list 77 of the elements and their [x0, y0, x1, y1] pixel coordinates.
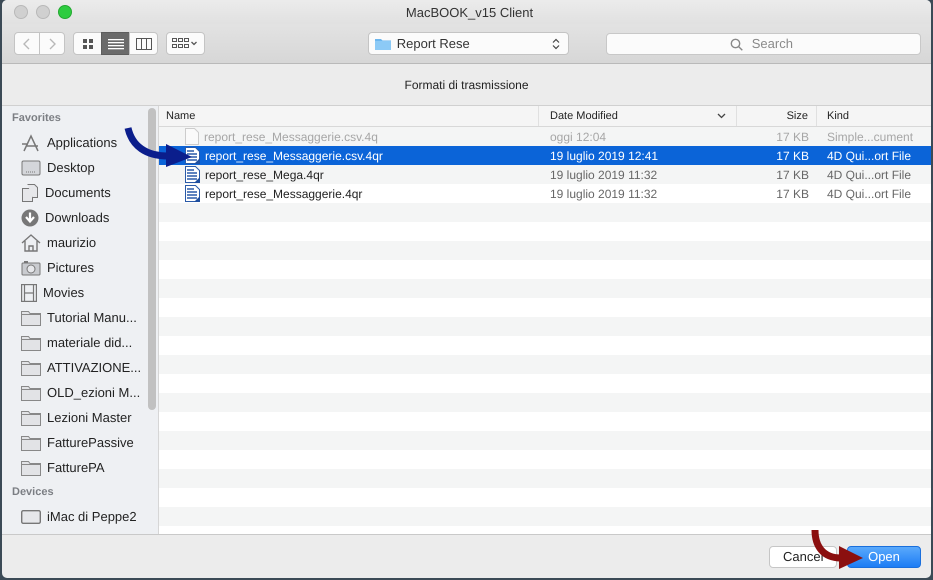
sidebar-item[interactable]: OLD_ezioni M...	[2, 380, 158, 405]
sidebar-item[interactable]: FatturePA	[2, 455, 158, 480]
grid-icon	[82, 38, 94, 50]
search-field[interactable]: Search	[606, 32, 921, 54]
folder-icon	[21, 334, 41, 350]
date-cell-text: oggi 12:04	[549, 130, 608, 144]
file-row[interactable]: report_rese_Messaggerie.csv.4qr 19 luglio 2019 12:41 17 KB 4D Qui...ort File	[159, 146, 931, 165]
columns-icon	[136, 38, 152, 50]
documents-icon	[21, 184, 39, 202]
folder-icon	[374, 37, 391, 50]
up-down-arrows-icon	[552, 38, 560, 50]
kind-cell-text: 4D Qui...ort File	[826, 148, 912, 162]
file-name: report_rese_Messaggerie.4qr	[205, 186, 362, 200]
file-name: report_rese_Messaggerie.csv.4qr	[205, 148, 383, 162]
folder-icon	[21, 460, 41, 476]
sidebar-item[interactable]: maurizio	[2, 230, 158, 255]
kind-cell-text: 4D Qui...ort File	[826, 186, 912, 200]
sidebar-item[interactable]: Downloads	[2, 205, 158, 230]
sidebar-item[interactable]: Tutorial Manu...	[2, 305, 158, 330]
camera-icon	[21, 260, 41, 276]
kind-cell-text: Simple...cument	[826, 130, 914, 144]
report-file-icon	[185, 185, 200, 202]
sidebar-item[interactable]: Desktop	[2, 155, 158, 180]
chevron-right-icon	[48, 38, 56, 50]
sidebar-item[interactable]: iMac di Peppe2	[2, 504, 158, 529]
sidebar-section-title: Devices	[11, 486, 55, 500]
date-cell-text: 19 luglio 2019 11:32	[549, 186, 658, 200]
column-header[interactable]: Size	[737, 106, 817, 126]
column-header[interactable]: Name	[159, 106, 539, 126]
file-name: report_rese_Mega.4qr	[205, 168, 324, 182]
list-view-button[interactable]	[101, 32, 130, 55]
search-icon	[730, 38, 743, 50]
grid-dropdown-icon	[172, 38, 198, 50]
dialog-message: Formati di trasmissione	[404, 78, 529, 92]
folder-icon	[21, 310, 41, 326]
report-file-icon	[185, 147, 200, 164]
icon-view-button[interactable]	[73, 32, 102, 55]
report-file-icon	[185, 166, 200, 183]
scrollbar[interactable]	[148, 108, 156, 410]
column-header[interactable]: Date Modified	[539, 106, 737, 126]
house-icon	[21, 234, 41, 252]
monitor-icon	[21, 510, 41, 524]
download-icon	[21, 208, 39, 226]
column-view-button[interactable]	[129, 32, 158, 55]
sidebar-item[interactable]: Applications	[2, 130, 158, 155]
size-cell-text: 17 KB	[775, 130, 810, 144]
size-cell-text: 17 KB	[775, 168, 810, 182]
zoom-button[interactable]	[58, 5, 72, 19]
location-popup[interactable]: Report Rese	[368, 32, 570, 55]
sidebar-item[interactable]: FatturePassive	[2, 430, 158, 455]
desktop-icon	[21, 160, 41, 176]
date-cell-text: 19 luglio 2019 11:32	[549, 168, 658, 182]
size-cell-text: 17 KB	[775, 148, 810, 162]
kind-cell-text: 4D Qui...ort File	[826, 168, 912, 182]
chevron-down-icon	[717, 113, 726, 119]
sidebar-item[interactable]: Documents	[2, 180, 158, 205]
arrange-button[interactable]	[166, 32, 205, 55]
sidebar-item[interactable]: Pictures	[2, 255, 158, 280]
date-cell-text: 19 luglio 2019 12:41	[549, 148, 660, 162]
app-store-icon	[21, 134, 41, 152]
column-header[interactable]: Kind	[817, 106, 931, 126]
folder-icon	[21, 384, 41, 400]
sidebar-section-title: Favorites	[11, 112, 62, 126]
file-name: report_rese_Messaggerie.csv.4q	[204, 130, 378, 144]
sidebar-item[interactable]: Lezioni Master	[2, 405, 158, 430]
sidebar-item[interactable]: materiale did...	[2, 330, 158, 355]
film-strip-icon	[21, 284, 37, 302]
arrow-annotation	[124, 126, 194, 168]
list-icon	[108, 38, 124, 50]
folder-icon	[21, 410, 41, 426]
size-cell-text: 17 KB	[775, 186, 810, 200]
folder-icon	[21, 360, 41, 376]
sidebar-item[interactable]: ATTIVAZIONE...	[2, 355, 158, 380]
window-title: MacBOOK_v15 Client	[406, 4, 534, 20]
sidebar-item[interactable]: Movies	[2, 280, 158, 305]
folder-icon	[21, 434, 41, 450]
chevron-left-icon	[23, 38, 31, 50]
